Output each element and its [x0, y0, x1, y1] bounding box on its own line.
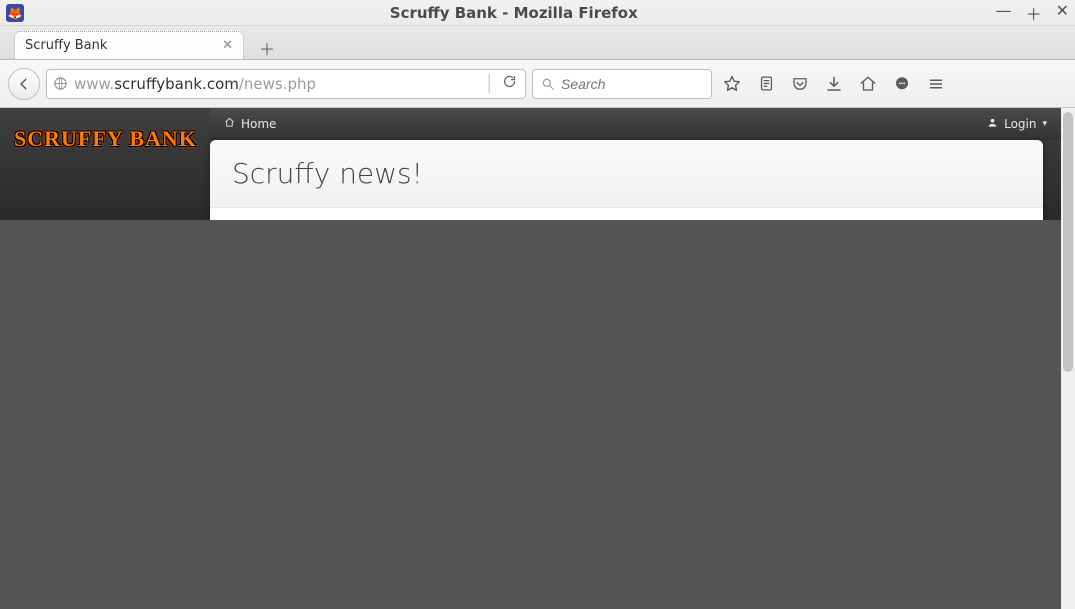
page-heading: Scruffy news! — [232, 157, 423, 190]
page-viewport: SCRUFFY BANK Home Login ▾ — [0, 108, 1075, 609]
caret-down-icon: ▾ — [1042, 119, 1047, 129]
site-top-nav: Home Login ▾ — [210, 108, 1061, 140]
tab-close-button[interactable]: ✕ — [222, 38, 233, 53]
page-body: SCRUFFY BANK Home Login ▾ — [0, 108, 1061, 609]
browser-toolbar: www.scruffybank.com/news.php │ — [0, 60, 1075, 108]
reload-button[interactable] — [500, 74, 519, 93]
card-header: Scruffy news! — [210, 140, 1043, 208]
nav-home-link[interactable]: Home — [224, 117, 276, 131]
firefox-app-icon: 🦊 — [6, 4, 24, 22]
site-logo[interactable]: SCRUFFY BANK — [14, 126, 197, 152]
user-icon — [987, 117, 998, 131]
nav-home-label: Home — [241, 117, 276, 131]
clipboard-icon — [758, 75, 775, 92]
pocket-icon — [791, 75, 809, 93]
search-input[interactable] — [561, 76, 703, 92]
menu-button[interactable] — [922, 70, 950, 98]
scrollbar-thumb[interactable] — [1063, 112, 1073, 372]
hamburger-icon — [927, 75, 945, 93]
window-title: Scruffy Bank - Mozilla Firefox — [32, 4, 996, 22]
pocket-button[interactable] — [786, 70, 814, 98]
search-bar[interactable] — [532, 69, 712, 99]
tab-title: Scruffy Bank — [25, 38, 107, 53]
nav-login-label: Login — [1004, 117, 1036, 131]
home-icon — [859, 75, 877, 93]
page-body-lower — [0, 220, 1061, 609]
nav-login-dropdown[interactable]: Login ▾ — [987, 117, 1047, 131]
home-icon — [224, 117, 235, 131]
url-text: www.scruffybank.com/news.php — [74, 75, 478, 93]
chat-icon — [893, 75, 911, 93]
vertical-scrollbar[interactable] — [1061, 108, 1075, 609]
reading-list-button[interactable] — [752, 70, 780, 98]
os-titlebar: 🦊 Scruffy Bank - Mozilla Firefox — ＋ ✕ — [0, 0, 1075, 26]
site-header-bar: SCRUFFY BANK Home Login ▾ — [0, 108, 1061, 220]
browser-tab[interactable]: Scruffy Bank ✕ — [14, 31, 244, 59]
globe-icon — [53, 76, 68, 91]
download-icon — [825, 75, 843, 93]
back-button[interactable] — [8, 68, 40, 100]
search-icon — [541, 77, 555, 91]
arrow-left-icon — [17, 77, 31, 91]
home-button[interactable] — [854, 70, 882, 98]
url-bar[interactable]: www.scruffybank.com/news.php │ — [46, 69, 526, 99]
window-maximize-button[interactable]: ＋ — [1026, 1, 1042, 25]
downloads-button[interactable] — [820, 70, 848, 98]
star-icon — [723, 75, 741, 93]
tab-strip: Scruffy Bank ✕ ＋ — [0, 26, 1075, 60]
chat-button[interactable] — [888, 70, 916, 98]
window-close-button[interactable]: ✕ — [1056, 1, 1069, 25]
new-tab-button[interactable]: ＋ — [254, 37, 280, 59]
window-minimize-button[interactable]: — — [996, 1, 1012, 25]
bookmark-star-button[interactable] — [718, 70, 746, 98]
